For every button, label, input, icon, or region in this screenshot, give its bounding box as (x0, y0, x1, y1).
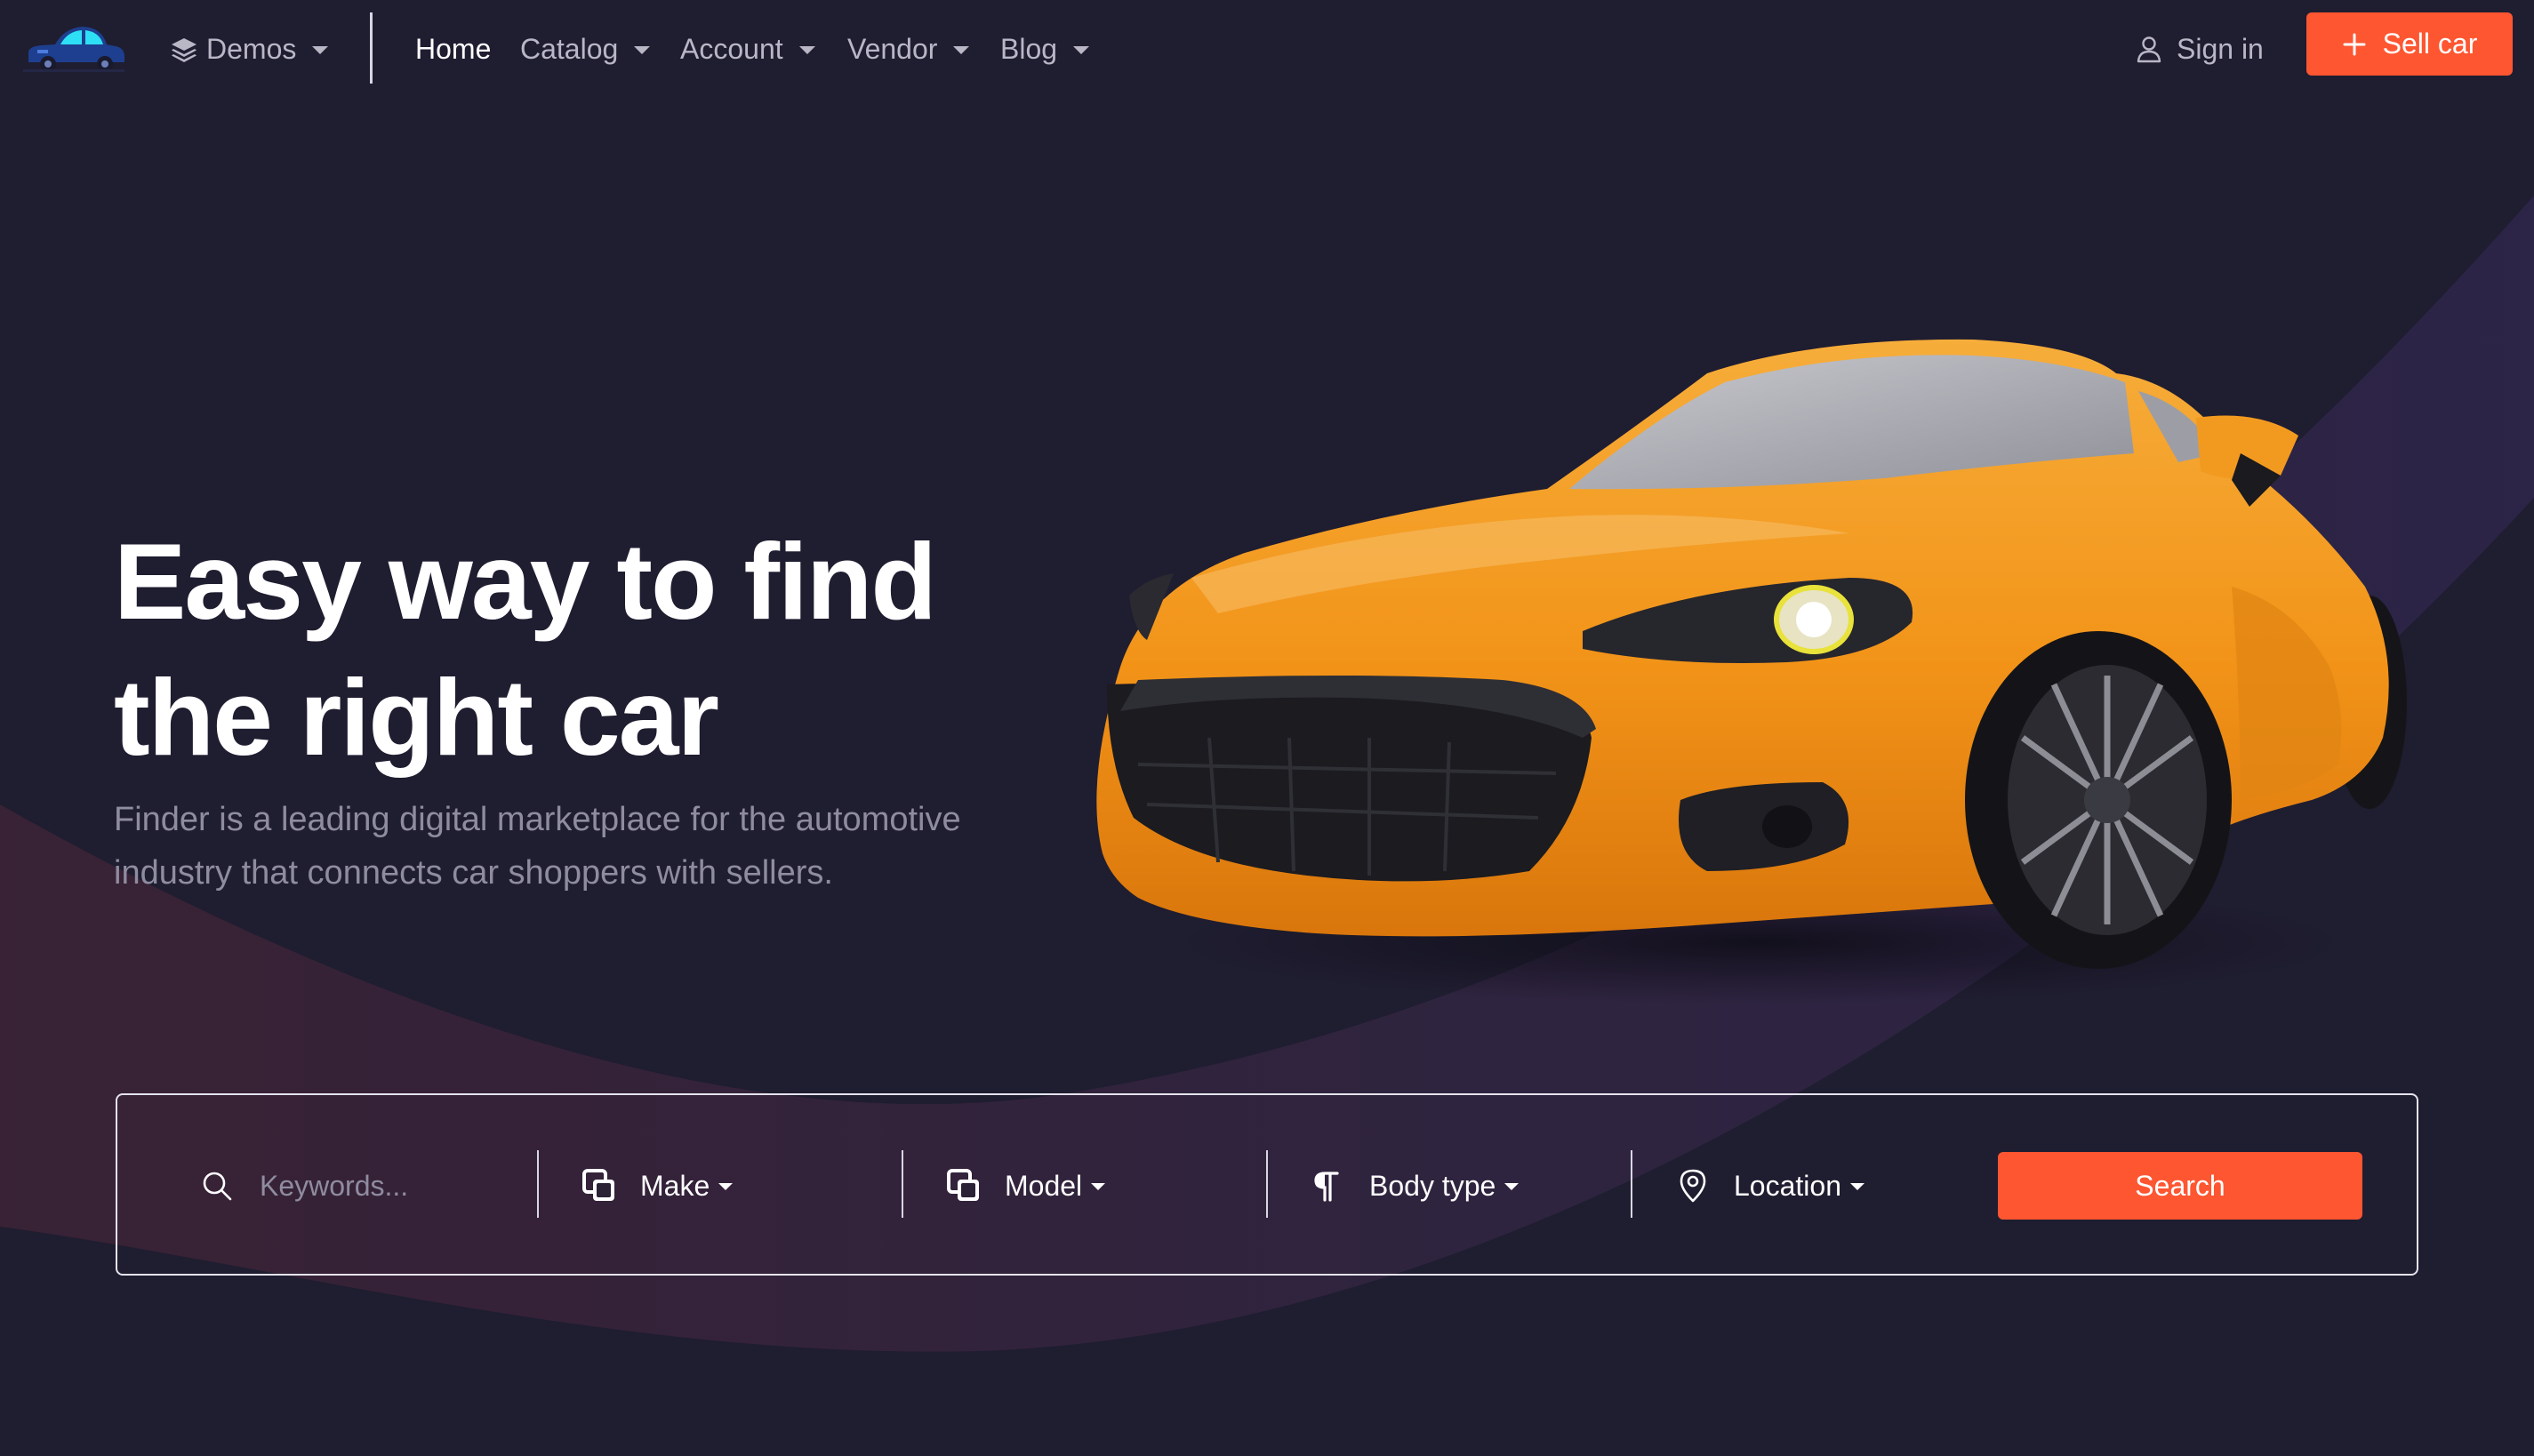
nav-demos-label: Demos (206, 32, 297, 65)
nav-blog[interactable]: Blog (1000, 27, 1090, 71)
hero-subtitle: Finder is a leading digital marketplace … (114, 793, 1038, 900)
model-label: Model (1005, 1169, 1083, 1202)
chevron-down-icon (634, 45, 651, 54)
map-pin-icon (1680, 1169, 1706, 1203)
field-divider (1631, 1150, 1632, 1218)
field-divider (1266, 1150, 1268, 1218)
hero-title-line-2: the right car (114, 657, 719, 778)
nav-home[interactable]: Home (415, 27, 491, 71)
make-select[interactable]: Make (581, 1145, 734, 1227)
model-select[interactable]: Model (946, 1145, 1106, 1227)
chevron-down-icon (1504, 1183, 1520, 1190)
squares-icon (947, 1169, 979, 1201)
user-icon (2137, 36, 2161, 63)
search-form: Make Model Body type (116, 1093, 2418, 1276)
field-divider (537, 1150, 539, 1218)
body-type-select[interactable]: Body type (1311, 1145, 1520, 1227)
make-label: Make (640, 1169, 710, 1202)
nav-account-label: Account (680, 32, 783, 65)
search-icon (203, 1172, 232, 1201)
navbar: Demos Home Catalog Account Vendor Blog S… (0, 0, 2534, 98)
keywords-input[interactable] (258, 1168, 484, 1204)
chevron-down-icon (1091, 1183, 1106, 1190)
keywords-field[interactable] (199, 1145, 484, 1227)
nav-demos[interactable]: Demos (169, 27, 329, 71)
hero-subtitle-line-1: Finder is a leading digital marketplace … (114, 801, 961, 838)
field-divider (902, 1150, 903, 1218)
sign-in-label: Sign in (2177, 32, 2264, 65)
nav-divider (370, 12, 373, 84)
nav-vendor[interactable]: Vendor (847, 27, 970, 71)
chevron-down-icon (312, 45, 329, 54)
nav-vendor-label: Vendor (847, 32, 938, 65)
sell-car-button[interactable]: Sell car (2306, 12, 2513, 76)
layers-icon (172, 38, 196, 62)
location-label: Location (1734, 1169, 1841, 1202)
page: Demos Home Catalog Account Vendor Blog S… (0, 0, 2534, 1456)
nav-account[interactable]: Account (680, 27, 815, 71)
plus-icon (2343, 33, 2366, 55)
location-select[interactable]: Location (1675, 1145, 1864, 1227)
chevron-down-icon (953, 45, 970, 54)
search-button[interactable]: Search (1998, 1152, 2362, 1220)
nav-catalog[interactable]: Catalog (520, 27, 651, 71)
nav-home-label: Home (415, 32, 492, 65)
car-logo-icon[interactable] (20, 21, 128, 80)
sign-in-link[interactable]: Sign in (2134, 27, 2264, 71)
nav-blog-label: Blog (1000, 32, 1058, 65)
hero-title: Easy way to find the right car (114, 514, 1092, 786)
chevron-down-icon (1073, 45, 1090, 54)
nav-catalog-label: Catalog (520, 32, 619, 65)
body-type-label: Body type (1369, 1169, 1496, 1202)
hero-subtitle-line-2: industry that connects car shoppers with… (114, 854, 833, 892)
squares-icon (582, 1169, 614, 1201)
sports-car-image (1096, 339, 2407, 1004)
hero-title-line-1: Easy way to find (114, 521, 937, 642)
search-button-label: Search (2135, 1169, 2225, 1202)
chevron-down-icon (798, 45, 815, 54)
chevron-down-icon (1849, 1183, 1864, 1190)
chevron-down-icon (718, 1183, 734, 1190)
sell-car-label: Sell car (2382, 28, 2478, 60)
pilcrow-icon (1314, 1172, 1339, 1202)
